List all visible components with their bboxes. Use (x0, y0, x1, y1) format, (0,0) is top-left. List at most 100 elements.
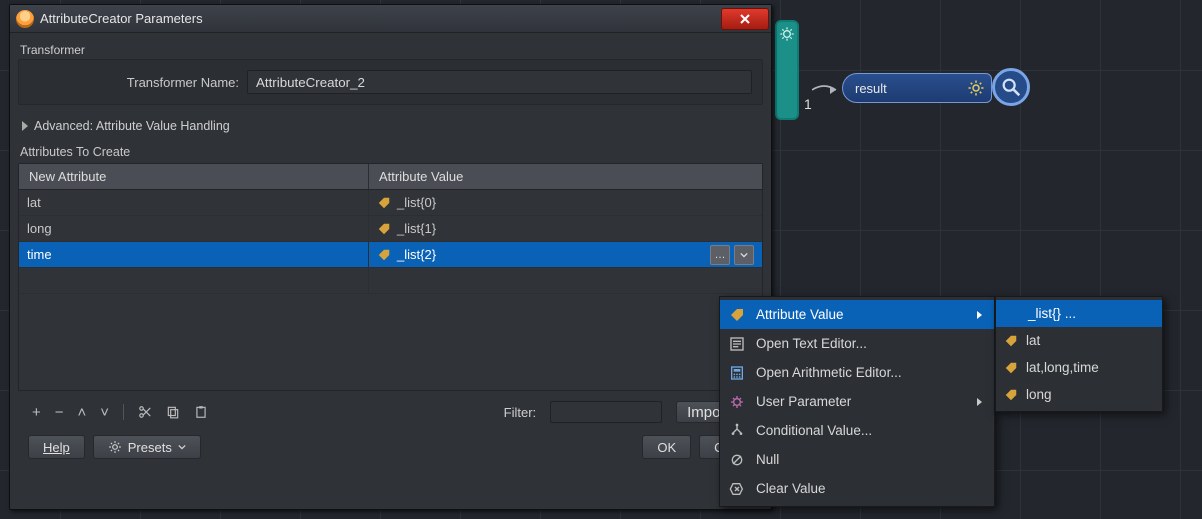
menu-label: Null (756, 452, 779, 467)
gear-icon (108, 440, 122, 454)
menu-label: Open Text Editor... (756, 336, 867, 351)
table-row[interactable]: lat _list{0} (19, 190, 762, 216)
attribute-value-submenu: _list{} ... lat lat,long,time long (995, 296, 1163, 412)
text-editor-icon (729, 336, 745, 352)
scissors-icon (138, 405, 152, 419)
calculator-icon (729, 365, 745, 381)
transformer-group: Transformer Name: (18, 59, 763, 105)
result-node-label: result (855, 81, 887, 96)
submenu-item[interactable]: _list{} ... (996, 300, 1162, 327)
presets-button[interactable]: Presets (93, 435, 201, 459)
column-new-attribute[interactable]: New Attribute (19, 164, 369, 189)
close-icon (739, 13, 751, 25)
cell-name[interactable]: lat (19, 190, 369, 215)
advanced-label: Advanced: Attribute Value Handling (34, 119, 230, 133)
cell-name[interactable]: long (19, 216, 369, 241)
cell-value[interactable]: _list{2} … (369, 242, 762, 267)
column-attribute-value[interactable]: Attribute Value (369, 164, 762, 189)
cell-value-text: _list{0} (397, 195, 436, 210)
table-row[interactable]: time _list{2} … (19, 242, 762, 268)
menu-user-parameter[interactable]: User Parameter (720, 387, 994, 416)
branch-icon (729, 423, 745, 439)
attribute-tag-icon (1004, 361, 1018, 375)
chevron-down-icon (178, 443, 186, 451)
cell-value[interactable]: _list{0} (369, 190, 762, 215)
attribute-tag-icon (377, 196, 391, 210)
filter-input[interactable] (550, 401, 662, 423)
close-button[interactable] (721, 8, 769, 30)
remove-row-button[interactable]: − (55, 404, 64, 421)
toolbar-separator (123, 404, 124, 420)
section-attributes-label: Attributes To Create (20, 145, 763, 159)
section-transformer-label: Transformer (20, 43, 763, 57)
filter-label: Filter: (504, 405, 537, 420)
table-row[interactable]: long _list{1} (19, 216, 762, 242)
move-up-button[interactable]: ˄ (78, 404, 87, 421)
cell-value-text: _list{2} (397, 247, 436, 262)
clear-icon (729, 481, 745, 497)
inspect-button[interactable] (992, 68, 1030, 106)
attribute-tag-icon (1004, 334, 1018, 348)
cell-value[interactable]: _list{1} (369, 216, 762, 241)
menu-open-arithmetic-editor[interactable]: Open Arithmetic Editor... (720, 358, 994, 387)
gear-icon[interactable] (965, 77, 987, 99)
dialog-titlebar[interactable]: AttributeCreator Parameters (10, 5, 771, 33)
submenu-label: lat (1026, 333, 1040, 348)
gear-icon (779, 26, 795, 42)
menu-attribute-value[interactable]: Attribute Value (720, 300, 994, 329)
submenu-label: lat,long,time (1026, 360, 1099, 375)
transformer-name-input[interactable] (247, 70, 752, 94)
attribute-tag-icon (377, 222, 391, 236)
port-index: 1 (804, 96, 812, 112)
cell-name[interactable]: time (19, 242, 369, 267)
chevron-right-icon (22, 121, 28, 131)
attributecreator-dialog: AttributeCreator Parameters Transformer … (9, 4, 772, 510)
attribute-tag-icon (1004, 388, 1018, 402)
menu-clear-value[interactable]: Clear Value (720, 474, 994, 503)
connection-arrow-icon (812, 82, 842, 98)
help-button[interactable]: Help (28, 435, 85, 459)
submenu-label: long (1026, 387, 1052, 402)
app-icon (16, 10, 34, 28)
menu-label: Clear Value (756, 481, 826, 496)
transformer-output-port[interactable] (775, 20, 799, 120)
attributes-table: New Attribute Attribute Value lat _list{… (18, 163, 763, 391)
menu-label: Open Arithmetic Editor... (756, 365, 902, 380)
cell-value-text: _list{1} (397, 221, 436, 236)
paste-button[interactable] (194, 405, 208, 419)
submenu-item[interactable]: long (996, 381, 1162, 408)
ok-button[interactable]: OK (642, 435, 691, 459)
submenu-item[interactable]: lat (996, 327, 1162, 354)
value-context-menu: Attribute Value Open Text Editor... Open… (719, 296, 995, 507)
paste-icon (194, 405, 208, 419)
chevron-right-icon (977, 398, 982, 406)
dialog-title: AttributeCreator Parameters (40, 11, 203, 26)
dialog-footer: Help Presets OK Can (18, 427, 763, 469)
submenu-label: _list{} ... (1028, 306, 1076, 321)
table-toolbar: + − ˄ ˅ Filter: Import . (18, 391, 763, 427)
attribute-tag-icon (377, 248, 391, 262)
cut-button[interactable] (138, 405, 152, 419)
menu-label: Conditional Value... (756, 423, 872, 438)
attribute-tag-icon (729, 307, 745, 323)
gear-user-icon (729, 394, 745, 410)
copy-button[interactable] (166, 405, 180, 419)
result-node[interactable]: result (842, 73, 992, 103)
presets-label: Presets (128, 440, 172, 455)
menu-null[interactable]: Null (720, 445, 994, 474)
magnifier-icon (1000, 76, 1022, 98)
menu-label: Attribute Value (756, 307, 844, 322)
menu-conditional-value[interactable]: Conditional Value... (720, 416, 994, 445)
advanced-expander[interactable]: Advanced: Attribute Value Handling (22, 119, 763, 133)
chevron-right-icon (977, 311, 982, 319)
submenu-item[interactable]: lat,long,time (996, 354, 1162, 381)
table-row-empty[interactable] (19, 268, 762, 294)
transformer-name-label: Transformer Name: (29, 75, 239, 90)
value-dropdown-button[interactable] (734, 245, 754, 265)
menu-open-text-editor[interactable]: Open Text Editor... (720, 329, 994, 358)
menu-label: User Parameter (756, 394, 851, 409)
table-header: New Attribute Attribute Value (19, 164, 762, 190)
move-down-button[interactable]: ˅ (100, 404, 109, 421)
value-editor-button[interactable]: … (710, 245, 730, 265)
add-row-button[interactable]: + (32, 404, 41, 421)
